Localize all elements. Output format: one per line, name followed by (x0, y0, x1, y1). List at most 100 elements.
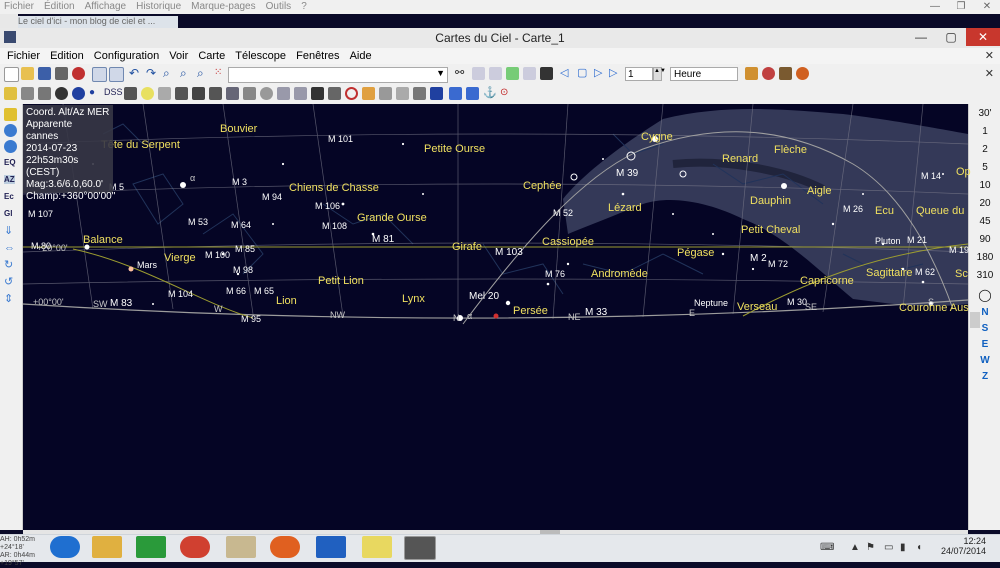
constellation-label[interactable]: Cephée (523, 180, 562, 192)
pencil-icon[interactable] (745, 67, 758, 80)
compass-icon[interactable] (260, 87, 273, 100)
fov-button[interactable]: 310 (969, 270, 1000, 281)
keyboard-icon[interactable]: ⌨ (820, 542, 834, 553)
calculator-icon[interactable] (540, 67, 553, 80)
outer-close-button[interactable]: ✕ (974, 0, 1000, 14)
network-icon[interactable]: ▮ (900, 542, 906, 553)
fov-button[interactable]: 90 (969, 234, 1000, 245)
constellation-label[interactable]: Pégase (677, 247, 714, 259)
save-icon[interactable] (38, 67, 51, 80)
constellation-label[interactable]: Petit Cheval (741, 224, 800, 236)
constellation-boundaries-icon[interactable] (192, 87, 205, 100)
object-label[interactable]: M 107 (28, 209, 53, 219)
planet-label[interactable]: Neptune (694, 298, 728, 308)
open-folder-icon[interactable] (21, 67, 34, 80)
time-step-spinner[interactable]: ▲▼ (653, 67, 666, 81)
object-label[interactable]: M 72 (768, 259, 788, 269)
object-label[interactable]: M 66 (226, 286, 246, 296)
vertical-scrollbar-thumb[interactable] (970, 312, 980, 328)
nebula-icon[interactable] (55, 87, 68, 100)
zenith-circle-icon[interactable]: ◯ (969, 288, 1000, 302)
chevron-down-icon[interactable]: ▼ (436, 68, 445, 78)
constellation-label[interactable]: Op (956, 166, 971, 178)
ruler-icon[interactable] (362, 87, 375, 100)
menu-telescope[interactable]: Télescope (235, 48, 286, 64)
grid-eq-icon[interactable] (209, 87, 222, 100)
minimize-button[interactable]: — (906, 28, 936, 46)
anchor-icon[interactable]: ⚓ (483, 87, 497, 100)
constellation-label[interactable]: Petite Ourse (424, 143, 485, 155)
close-button[interactable]: ✕ (966, 28, 1000, 46)
outer-menu-item[interactable]: Affichage (85, 1, 127, 12)
direction-zenith-button[interactable]: Z (969, 371, 1000, 382)
telescope-icon[interactable] (779, 67, 792, 80)
close-chart-button[interactable]: ✕ (985, 48, 994, 64)
constellation-lines-icon[interactable] (175, 87, 188, 100)
internet-explorer-icon[interactable] (50, 536, 80, 558)
play-icon[interactable]: ▷ (609, 67, 622, 80)
outer-menu-item[interactable]: Marque-pages (191, 1, 255, 12)
calendar-icon[interactable] (523, 67, 536, 80)
zoom-reset-icon[interactable]: ⌕ (197, 67, 210, 80)
object-label[interactable]: M 98 (233, 265, 253, 275)
outer-menu-item[interactable]: Historique (136, 1, 181, 12)
x-icon[interactable] (379, 87, 392, 100)
galactic-button[interactable]: Gl (4, 209, 12, 218)
object-label[interactable]: M 85 (235, 244, 255, 254)
constellation-label[interactable]: Chiens de Chasse (289, 182, 379, 194)
constellation-label[interactable]: Capricorne (800, 275, 854, 287)
globe-alt-icon[interactable] (4, 140, 17, 153)
object-label[interactable]: M 106 (315, 201, 340, 211)
constellation-label[interactable]: Verseau (737, 301, 777, 313)
info-icon[interactable] (4, 108, 17, 121)
cartes-du-ciel-task-icon[interactable] (404, 536, 436, 560)
undo-icon[interactable]: ↶ (129, 67, 142, 80)
object-label[interactable]: M 100 (205, 250, 230, 260)
sky-chart[interactable]: Tête du Serpent Bouvier Petite Ourse Cyg… (23, 104, 971, 530)
step-back-icon[interactable]: ◁ (560, 67, 573, 80)
marker-icon[interactable]: ⊙ (500, 87, 513, 100)
step-forward-icon[interactable]: ▷ (594, 67, 607, 80)
circle-icon[interactable] (345, 87, 358, 100)
object-label[interactable]: M 33 (585, 307, 607, 318)
object-label[interactable]: M 65 (254, 286, 274, 296)
globe-icon[interactable] (4, 124, 17, 137)
firefox-icon[interactable] (270, 536, 300, 558)
chrome-icon[interactable] (180, 536, 210, 558)
object-label[interactable]: M 62 (915, 267, 935, 277)
constellation-label[interactable]: Andromède (591, 268, 648, 280)
toolbar-close-button[interactable]: ✕ (985, 64, 994, 84)
constellation-label[interactable]: Sc (955, 268, 968, 280)
disconnect-icon[interactable] (796, 67, 809, 80)
constellation-label[interactable]: Lézard (608, 202, 642, 214)
object-label[interactable]: M 103 (495, 247, 523, 258)
find-icon[interactable] (472, 67, 485, 80)
star-icon[interactable] (4, 87, 17, 100)
list-icon[interactable] (489, 67, 502, 80)
constellation-label[interactable]: Flèche (774, 144, 807, 156)
grid-alt-icon[interactable] (243, 87, 256, 100)
object-label[interactable]: M 2 (750, 253, 767, 264)
time-unit-select[interactable]: Heure (670, 67, 738, 81)
direction-east-button[interactable]: E (969, 339, 1000, 350)
link-icon[interactable] (466, 87, 479, 100)
menu-voir[interactable]: Voir (169, 48, 188, 64)
constellation-label[interactable]: Petit Lion (318, 275, 364, 287)
object-label[interactable]: M 19 (949, 245, 969, 255)
rotate-left-icon[interactable]: ↺ (4, 276, 17, 289)
arrow-lr-icon[interactable]: ⇔ (4, 242, 17, 255)
battery-icon[interactable] (506, 67, 519, 80)
constellation-label[interactable]: Aigle (807, 185, 831, 197)
object-label[interactable]: M 108 (322, 221, 347, 231)
object-label[interactable]: M 26 (843, 204, 863, 214)
outer-menu-item[interactable]: Outils (266, 1, 292, 12)
labels-icon[interactable] (328, 87, 341, 100)
object-label[interactable]: M 53 (188, 217, 208, 227)
dss-button[interactable]: DSS (104, 87, 123, 97)
fov-button[interactable]: 10 (969, 180, 1000, 191)
copy-icon[interactable] (92, 67, 107, 82)
planet-icon[interactable] (396, 87, 409, 100)
direction-west-button[interactable]: W (969, 355, 1000, 366)
fov-button[interactable]: 30' (969, 108, 1000, 119)
object-label[interactable]: M 76 (545, 269, 565, 279)
